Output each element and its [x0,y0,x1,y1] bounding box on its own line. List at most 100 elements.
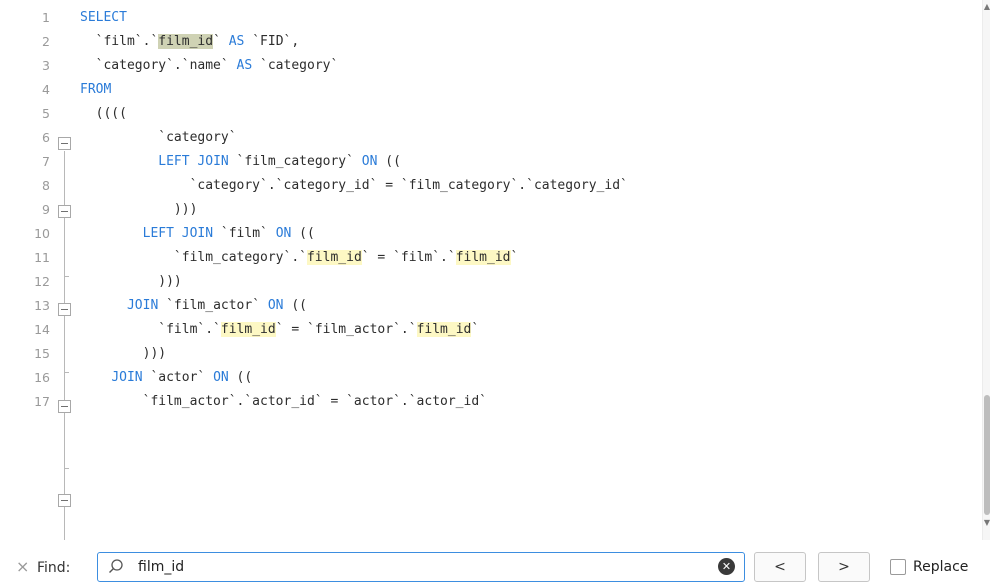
code-text[interactable]: JOIN `film_actor` ON (( [80,294,307,318]
code-token: ` [213,34,229,49]
line-number: 12 [34,274,50,289]
line-number: 2 [42,34,50,49]
code-token: `film_category` [228,154,362,169]
code-text[interactable]: ))) [80,198,198,222]
code-text[interactable]: ))) [80,270,182,294]
code-token: `film_actor` [158,298,268,313]
code-text[interactable]: LEFT JOIN `film_category` ON (( [80,150,401,174]
code-token: ` [510,250,519,265]
code-text[interactable]: `category` [80,126,236,150]
code-text[interactable]: `category`.`name` AS `category` [80,54,339,78]
code-line[interactable]: 5 (((( [0,102,980,126]
scroll-down-arrow-icon[interactable]: ▼ [983,518,990,528]
code-text[interactable]: `film_category`.`film_id` = `film`.`film… [80,246,518,270]
code-text[interactable]: `film_actor`.`actor_id` = `actor`.`actor… [80,390,487,414]
code-line[interactable]: 6 `category` [0,126,980,150]
code-line[interactable]: 16 JOIN `actor` ON (( [0,366,980,390]
code-editor[interactable]: 1 SELECT 2 `film`.`film_id` AS `FID`, 3 `ca… [0,0,990,540]
code-token: (( [228,370,253,385]
find-label: Find: [37,560,71,576]
code-text[interactable]: SELECT [80,6,127,30]
line-number: 14 [34,322,50,337]
line-number: 15 [34,346,50,361]
line-number: 1 [42,10,50,25]
code-token: `film_category`.` [80,250,307,265]
line-number: 4 [42,82,50,97]
code-line[interactable]: 10 LEFT JOIN `film` ON (( [0,222,980,246]
code-text[interactable]: `category`.`category_id` = `film_categor… [80,174,628,198]
code-token: `film`.` [80,322,221,337]
code-line[interactable]: 7 LEFT JOIN `film_category` ON (( [0,150,980,174]
code-line[interactable]: 2 `film`.`film_id` AS `FID`, [0,30,980,54]
find-bar: × Find: ✕ < > Replace [0,548,990,586]
find-field[interactable]: ✕ [97,552,745,582]
code-token: (((( [80,106,127,121]
code-line[interactable]: 13 JOIN `film_actor` ON (( [0,294,980,318]
find-input[interactable] [138,557,698,577]
code-line[interactable]: 14 `film`.`film_id` = `film_actor`.`film… [0,318,980,342]
code-token: ))) [80,202,198,217]
code-token: `actor` [142,370,214,385]
code-text[interactable]: (((( [80,102,127,126]
code-token: ))) [80,274,182,289]
line-number: 16 [34,370,50,385]
code-line[interactable]: 4 FROM [0,78,980,102]
fold-toggle-line-10[interactable] [58,303,71,316]
code-line[interactable]: 15 ))) [0,342,980,366]
line-number: 5 [42,106,50,121]
fold-toggle-line-7[interactable] [58,205,71,218]
sql-keyword: ON [361,154,378,169]
find-previous-button[interactable]: < [754,552,806,582]
code-token: `category` [252,58,339,73]
fold-toggle-line-5[interactable] [58,137,71,150]
code-line[interactable]: 12 ))) [0,270,980,294]
vertical-scrollbar[interactable]: ▲ ▼ [982,0,990,540]
fold-end-line-12 [64,372,69,373]
search-match: film_id [306,250,362,265]
code-token: ` = `film_actor`.` [275,322,417,337]
search-match: film_id [416,322,472,337]
code-text[interactable]: `film`.`film_id` AS `FID`, [80,30,299,54]
code-line[interactable]: 8 `category`.`category_id` = `film_categ… [0,174,980,198]
sql-keyword: LEFT JOIN [158,154,229,169]
code-token: `film` [213,226,276,241]
code-line[interactable]: 11 `film_category`.`film_id` = `film`.`f… [0,246,980,270]
clear-icon[interactable]: ✕ [718,558,735,575]
scroll-up-arrow-icon[interactable]: ▲ [983,2,990,12]
sql-keyword: LEFT JOIN [142,226,214,241]
code-text[interactable]: LEFT JOIN `film` ON (( [80,222,315,246]
fold-toggle-line-13[interactable] [58,400,71,413]
code-text[interactable]: ))) [80,342,166,366]
search-match: film_id [158,34,214,49]
line-number: 7 [42,154,50,169]
line-number: 9 [42,202,50,217]
sql-keyword: AS [228,34,245,49]
replace-checkbox[interactable] [890,559,906,575]
code-text[interactable]: JOIN `actor` ON (( [80,366,252,390]
code-token: ` [471,322,480,337]
code-token: `film`.` [80,34,159,49]
code-line[interactable]: 17 `film_actor`.`actor_id` = `actor`.`ac… [0,390,980,414]
sql-keyword: JOIN [111,370,143,385]
find-next-button[interactable]: > [818,552,870,582]
code-text[interactable]: `film`.`film_id` = `film_actor`.`film_id… [80,318,479,342]
close-icon[interactable]: × [16,558,29,576]
code-line[interactable]: 1 SELECT [0,6,980,30]
scrollbar-thumb[interactable] [984,395,990,515]
chevron-right-icon: > [838,559,850,575]
replace-label[interactable]: Replace [913,559,968,575]
sql-keyword: AS [236,58,253,73]
search-icon [109,559,123,573]
code-line[interactable]: 9 ))) [0,198,980,222]
line-number: 13 [34,298,50,313]
sql-keyword: FROM [80,82,112,97]
fold-toggle-line-16[interactable] [58,494,71,507]
code-token: (( [283,298,307,313]
code-line[interactable]: 3 `category`.`name` AS `category` [0,54,980,78]
code-token: `category`.`name` [80,58,237,73]
code-token: (( [291,226,315,241]
code-text[interactable]: FROM [80,78,111,102]
code-token: `film_actor`.`actor_id` = `actor`.`actor… [80,394,487,409]
